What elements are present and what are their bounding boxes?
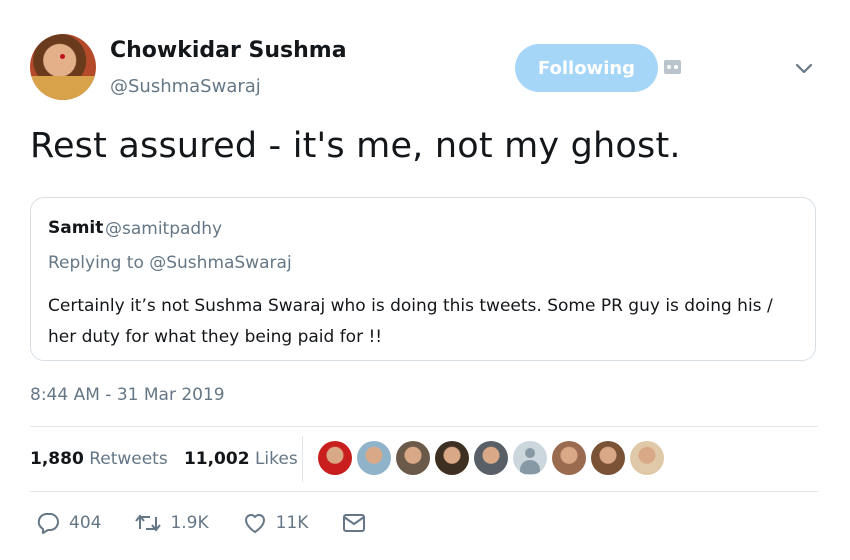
retweet-count: 1.9K — [170, 513, 209, 533]
envelope-icon — [343, 514, 366, 532]
like-button[interactable]: 11K — [243, 512, 309, 534]
likes-label[interactable]: Likes — [255, 449, 298, 469]
liker-avatar[interactable] — [474, 441, 508, 475]
tweet-timestamp[interactable]: 8:44 AM - 31 Mar 2019 — [30, 385, 225, 405]
reply-button[interactable]: 404 — [36, 512, 101, 534]
avatar[interactable] — [30, 34, 96, 100]
reply-count: 404 — [69, 513, 102, 533]
liker-avatar[interactable] — [357, 441, 391, 475]
retweet-icon — [135, 514, 162, 532]
reply-icon — [37, 513, 59, 534]
author-handle[interactable]: @SushmaSwaraj — [110, 76, 261, 97]
quoted-tweet-text: Certainly it’s not Sushma Swaraj who is … — [48, 296, 773, 347]
liker-avatar[interactable] — [591, 441, 625, 475]
quoted-author-handle: @samitpadhy — [105, 219, 223, 239]
divider — [30, 491, 818, 492]
avatar-clothing — [30, 76, 96, 100]
liker-avatar[interactable] — [435, 441, 469, 475]
quoted-author-name: Samit — [48, 218, 104, 238]
likes-count[interactable]: 11,002 — [184, 449, 250, 469]
tweet-text: Rest assured - it's me, not my ghost. — [30, 126, 681, 166]
retweet-button[interactable]: 1.9K — [135, 513, 209, 533]
quoted-replying-to: Replying to @SushmaSwaraj — [48, 253, 292, 273]
following-button[interactable]: Following — [515, 44, 658, 92]
liker-avatar[interactable] — [318, 441, 352, 475]
liker-avatar[interactable] — [513, 441, 547, 475]
avatar-bindi — [60, 54, 65, 59]
divider-vertical — [302, 436, 303, 482]
divider — [30, 426, 818, 427]
direct-message-button[interactable] — [342, 513, 366, 533]
retweets-label[interactable]: Retweets — [89, 449, 168, 469]
retweets-count[interactable]: 1,880 — [30, 449, 84, 469]
follow-badge-icon — [664, 60, 681, 74]
chevron-down-icon[interactable] — [790, 58, 818, 80]
liker-avatar[interactable] — [396, 441, 430, 475]
heart-icon — [244, 514, 265, 533]
author-display-name[interactable]: Chowkidar Sushma S — [110, 38, 355, 63]
like-count: 11K — [275, 513, 309, 533]
liker-avatars — [318, 441, 664, 477]
liker-avatar[interactable] — [630, 441, 664, 475]
liker-avatar[interactable] — [552, 441, 586, 475]
engagement-stats: 1,880 Retweets 11,002 Likes — [30, 449, 298, 469]
tweet-actions: 404 1.9K 11K — [36, 512, 366, 534]
